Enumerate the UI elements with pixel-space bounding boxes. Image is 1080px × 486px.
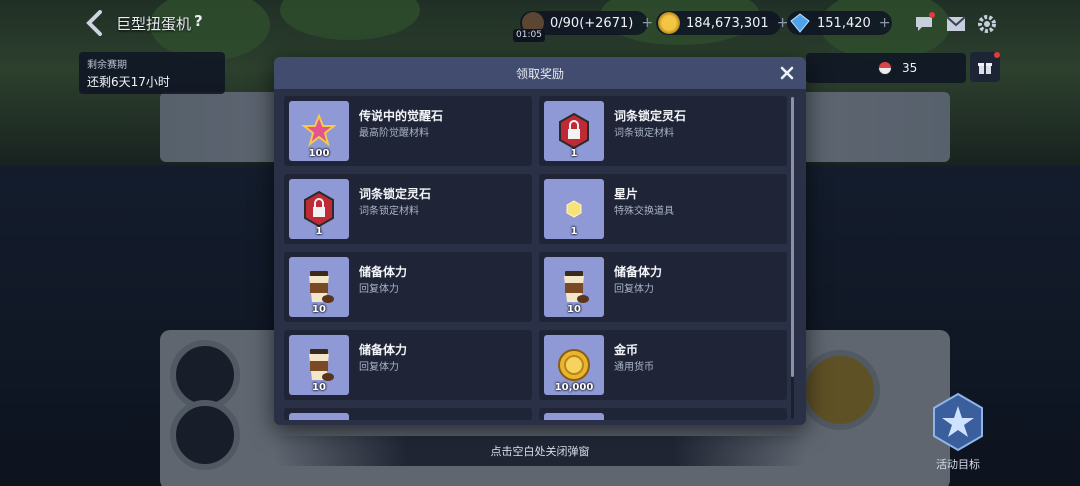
capsule-count-value: 35 — [902, 61, 918, 75]
stamina-timer: 01:05 — [513, 29, 545, 42]
reward-item[interactable]: 10 储备体力 回复体力 — [284, 330, 532, 400]
reward-desc: 回复体力 — [359, 362, 399, 373]
reward-thumb: 10 — [289, 257, 349, 317]
close-icon — [780, 66, 794, 80]
reward-item[interactable]: 10 储备体力 回复体力 — [284, 252, 532, 322]
gold-coin-icon — [658, 12, 680, 34]
star-medal-icon — [933, 392, 983, 452]
add-diamond-icon[interactable]: + — [879, 15, 891, 31]
reward-qty: 10 — [567, 304, 581, 315]
notification-dot — [994, 52, 1000, 58]
reward-name: 储备体力 — [614, 265, 663, 279]
reward-desc: 特殊交换道具 — [614, 206, 674, 217]
diamond-icon — [789, 12, 811, 34]
reward-desc: 最高阶觉醒材料 — [359, 128, 429, 139]
reward-thumb: 10 — [289, 335, 349, 395]
back-button[interactable] — [80, 8, 108, 38]
reward-name: 金币 — [614, 343, 639, 357]
reward-thumb — [289, 413, 349, 420]
season-label: 剩余赛期 — [87, 60, 127, 71]
capsule-count: 35 — [806, 53, 966, 83]
top-hud: 巨型扭蛋机 ? 0/90(+2671) + 01:05 184,673,301 … — [0, 0, 1080, 50]
diamond-value: 151,420 — [817, 15, 871, 31]
reward-qty: 10 — [312, 382, 326, 393]
chevron-left-icon — [86, 10, 102, 36]
reward-thumb: 10,000 — [544, 335, 604, 395]
reward-thumb: 1 — [544, 101, 604, 161]
reward-qty: 10 — [312, 304, 326, 315]
reward-qty: 1 — [570, 226, 578, 237]
reward-item[interactable] — [539, 408, 787, 420]
gold-value: 184,673,301 — [686, 15, 769, 31]
chat-icon[interactable] — [913, 12, 935, 34]
reward-list[interactable]: 100 传说中的觉醒石 最高阶觉醒材料 1 词条锁定灵石 词条锁定材料 1 词条… — [284, 96, 789, 420]
reward-item[interactable]: 10 储备体力 回复体力 — [539, 252, 787, 322]
season-time: 还剩6天17小时 — [87, 75, 170, 89]
reward-desc: 词条锁定材料 — [359, 206, 419, 217]
reward-item[interactable]: 1 词条锁定灵石 词条锁定材料 — [284, 174, 532, 244]
reward-item[interactable] — [284, 408, 532, 420]
scrollbar[interactable] — [791, 97, 794, 419]
reward-thumb: 10 — [544, 257, 604, 317]
reward-qty: 1 — [570, 148, 578, 159]
reward-name: 传说中的觉醒石 — [359, 109, 444, 123]
reward-thumb: 1 — [289, 179, 349, 239]
reward-name: 储备体力 — [359, 343, 408, 357]
gift-button[interactable] — [970, 52, 1000, 82]
modal-title: 领取奖励 — [515, 66, 564, 81]
reward-qty: 1 — [315, 226, 323, 237]
reward-name: 词条锁定灵石 — [614, 109, 687, 123]
reward-desc: 回复体力 — [359, 284, 399, 295]
close-button[interactable] — [776, 62, 798, 84]
reward-thumb: 1 — [544, 179, 604, 239]
reward-qty: 10,000 — [554, 382, 594, 393]
gold-counter[interactable]: 184,673,301 + — [656, 11, 788, 35]
reward-name: 词条锁定灵石 — [359, 187, 432, 201]
reward-thumb: 100 — [289, 101, 349, 161]
add-stamina-icon[interactable]: + — [641, 15, 653, 31]
gift-icon — [978, 63, 992, 74]
season-remaining: 剩余赛期 还剩6天17小时 — [79, 52, 225, 94]
notification-dot — [929, 12, 935, 18]
modal-header: 领取奖励 — [274, 57, 806, 89]
reward-desc: 回复体力 — [614, 284, 654, 295]
scrollbar-thumb[interactable] — [791, 97, 794, 377]
stamina-value: 0/90(+2671) — [550, 15, 634, 31]
reward-item[interactable]: 10,000 金币 通用货币 — [539, 330, 787, 400]
reward-thumb — [544, 413, 604, 420]
mail-icon[interactable] — [945, 14, 967, 34]
activity-goal-label: 活动目标 — [936, 458, 980, 471]
gear-icon[interactable] — [976, 14, 998, 34]
help-button[interactable]: ? — [194, 12, 203, 30]
reward-desc: 词条锁定材料 — [614, 128, 674, 139]
diamond-counter[interactable]: 151,420 + — [787, 11, 892, 35]
capsule-ball-icon — [878, 61, 892, 75]
reward-item[interactable]: 1 词条锁定灵石 词条锁定材料 — [539, 96, 787, 166]
reward-name: 储备体力 — [359, 265, 408, 279]
page-title: 巨型扭蛋机 — [116, 16, 192, 33]
activity-goal-button[interactable]: 活动目标 — [923, 388, 993, 478]
reward-desc: 通用货币 — [614, 362, 654, 373]
reward-name: 星片 — [614, 187, 639, 201]
close-hint: 点击空白处关闭弹窗 — [274, 436, 806, 466]
reward-modal: 领取奖励 100 传说中的觉醒石 最高阶觉醒材料 1 词条锁定灵石 词条锁定材料… — [274, 57, 806, 425]
reward-qty: 100 — [308, 148, 330, 159]
reward-item[interactable]: 1 星片 特殊交换道具 — [539, 174, 787, 244]
reward-item[interactable]: 100 传说中的觉醒石 最高阶觉醒材料 — [284, 96, 532, 166]
